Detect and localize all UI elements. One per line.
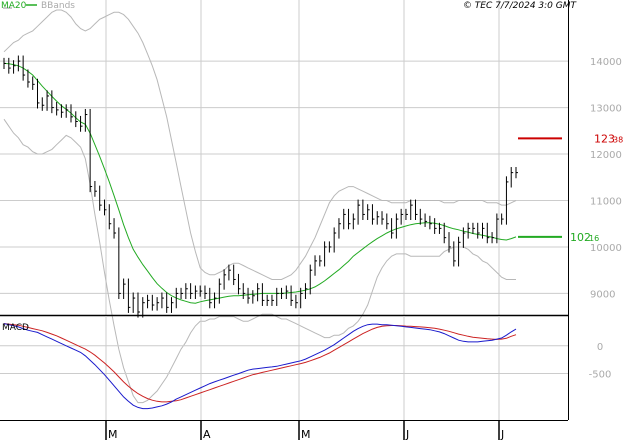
price-y-tick-label: 14000 [590,57,622,68]
price-y-tick-label: 11000 [590,196,622,207]
x-tick-label: M [108,428,118,440]
x-axis-labels: MAMJJ [105,420,504,440]
bbands-legend-label: BBands [41,1,75,11]
macd-title: MACD [2,323,29,333]
resistance-label-decimal: 38 [613,135,623,144]
ma20-legend-label: MA20 [1,1,27,11]
macd-y-tick-label: 0 [597,342,603,353]
macd-line [3,323,517,410]
price-y-tick-label: 10000 [590,243,622,254]
price-y-ticks: 9000 10000 11000 12000 13000 14000 [590,57,622,300]
stock-chart: 12338 10216 9000 10000 11000 12000 13000 14000… [0,0,623,440]
support-label: 102 [570,231,591,244]
price-y-tick-label: 13000 [590,104,622,115]
macd-lines [3,323,517,410]
signal-line [3,323,517,403]
x-tick-label: J [405,428,409,440]
price-y-tick-label: 9000 [590,289,615,300]
macd-gridlines [0,316,568,420]
x-tick-label: A [203,428,211,440]
price-y-tick-label: 12000 [590,150,622,161]
support-label-decimal: 16 [589,234,599,243]
macd-y-ticks: 0 -500 [589,342,612,381]
x-tick-label: J [500,428,504,440]
resistance-label: 123 [594,132,615,145]
x-tick-label: M [301,428,311,440]
macd-y-tick-label: -500 [589,370,612,381]
copyright-text: © TEC 7/7/2024 3:0 GMT [463,1,578,11]
